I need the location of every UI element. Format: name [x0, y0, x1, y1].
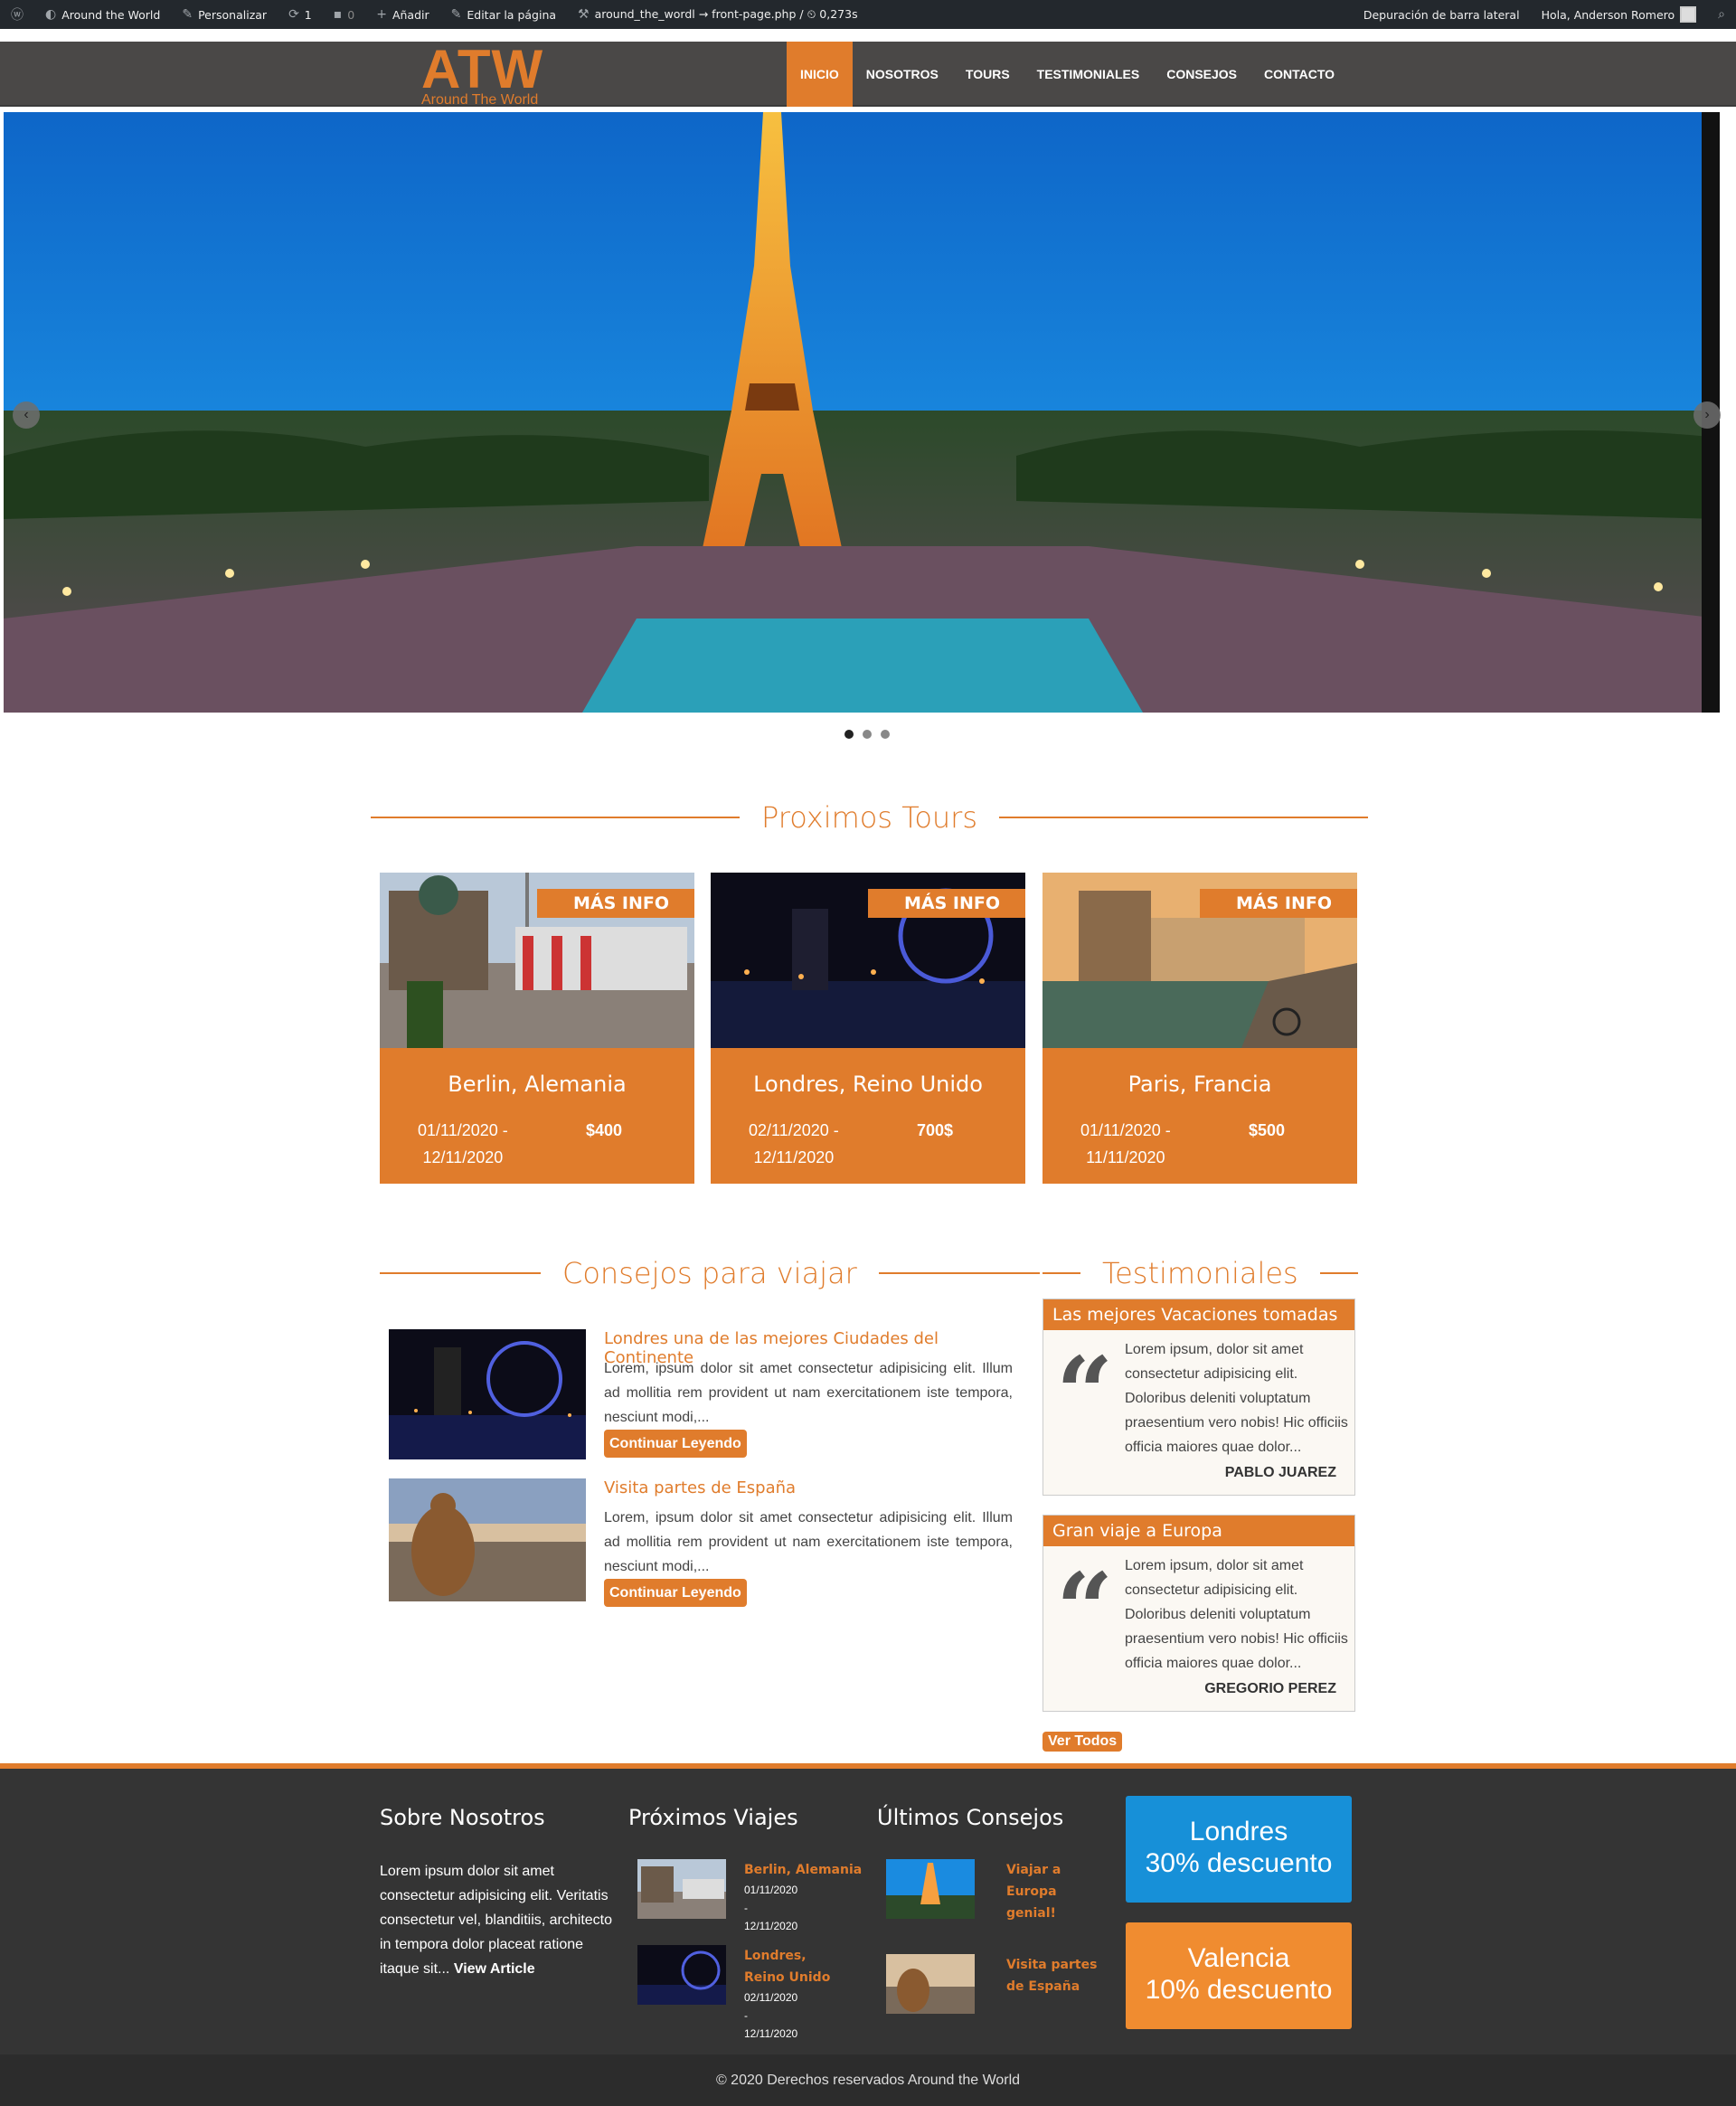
nav-inicio[interactable]: INICIO	[787, 42, 853, 107]
admin-comments-link[interactable]: ▪ 0	[323, 0, 365, 29]
continue-reading-button[interactable]: Continuar Leyendo	[604, 1430, 747, 1458]
tour-name: Londres, Reino Unido	[753, 1072, 983, 1097]
slider-next-button[interactable]: ›	[1694, 401, 1721, 429]
mas-info-button[interactable]: MÁS INFO	[536, 889, 694, 918]
testimonials-section-title: Testimoniales	[1043, 1256, 1358, 1290]
tour-dates: 01/11/2020 -11/11/2020	[1080, 1121, 1171, 1166]
copyright: © 2020 Derechos reservados Around the Wo…	[0, 2054, 1736, 2106]
tour-name: Berlin, Alemania	[448, 1072, 627, 1097]
site-logo[interactable]: ATW Around The World	[421, 42, 557, 108]
site-footer: Sobre Nosotros Lorem ipsum dolor sit ame…	[0, 1763, 1736, 2054]
avatar	[1680, 6, 1697, 23]
tour-price: $400	[586, 1121, 623, 1139]
admin-bar: ⓦ ◐ Around the World ✎ Personalizar ⟳ 1 ▪ 0 …	[0, 0, 1736, 29]
testimonial-text: Lorem ipsum, dolor sit amet consectetur …	[1125, 1558, 1348, 1671]
admin-account-link[interactable]: Hola, Anderson Romero	[1531, 0, 1708, 29]
plus-icon: +	[376, 7, 387, 22]
footer-tips: Últimos Consejos	[877, 1805, 1064, 1830]
tour-image: MÁS INFO	[1043, 873, 1357, 1048]
testimonial-author: GREGORIO PEREZ	[1204, 1681, 1336, 1696]
pencil-icon: ✎	[450, 7, 462, 22]
testimonial-card: Gran viaje a Europa “ Lorem ipsum, dolor…	[1043, 1515, 1355, 1712]
tour-card[interactable]: MÁS INFO Londres, Reino Unido 02/11/2020…	[711, 873, 1025, 1184]
trip-thumbnail	[637, 1945, 726, 2005]
tip-post: Londres una de las mejores Ciudades del …	[389, 1329, 1013, 1465]
testimonial-author: PABLO JUAREZ	[1224, 1465, 1336, 1480]
tip-thumbnail	[886, 1859, 975, 1919]
promo-banner-londres[interactable]: Londres 30% descuento	[1126, 1796, 1352, 1903]
brush-icon: ✎	[182, 7, 193, 22]
view-all-testimonials-button[interactable]: Ver Todos	[1043, 1732, 1123, 1752]
post-image[interactable]	[389, 1329, 586, 1459]
slider-dot-1[interactable]	[844, 730, 854, 739]
search-icon[interactable]: ⌕	[1707, 0, 1736, 29]
admin-add-link[interactable]: + Añadir	[365, 0, 439, 29]
footer-trip-item[interactable]: Berlin, Alemania 01/11/2020-12/11/2020	[637, 1859, 862, 1935]
post-excerpt: Lorem, ipsum dolor sit amet consectetur …	[604, 1356, 1013, 1458]
admin-template-info[interactable]: ⚒ around_the_wordl → front-page.php / ⏲ 0…	[567, 0, 869, 29]
slider-prev-button[interactable]: ‹	[13, 401, 40, 429]
slider-dots	[844, 730, 890, 739]
admin-edit-link[interactable]: ✎ Editar la página	[440, 0, 567, 29]
slider-dot-2[interactable]	[863, 730, 872, 739]
testimonial-text: Lorem ipsum, dolor sit amet consectetur …	[1125, 1342, 1348, 1455]
tip-post: Visita partes de España Lorem, ipsum dol…	[389, 1478, 1013, 1614]
tour-card[interactable]: MÁS INFO Paris, Francia 01/11/2020 -11/1…	[1043, 873, 1357, 1184]
main-nav: INICIO NOSOTROS TOURS TESTIMONIALES CONS…	[787, 42, 1348, 107]
continue-reading-button[interactable]: Continuar Leyendo	[604, 1579, 747, 1607]
tours-section-title: Proximos Tours	[371, 800, 1368, 835]
tour-name: Paris, Francia	[1127, 1072, 1272, 1097]
footer-trip-item[interactable]: Londres, Reino Unido 02/11/2020-12/11/202…	[637, 1945, 844, 2043]
refresh-icon: ⟳	[288, 7, 299, 22]
mas-info-button[interactable]: MÁS INFO	[1199, 889, 1357, 918]
view-article-link[interactable]: View Article	[454, 1961, 535, 1977]
hero-slider	[4, 112, 1720, 713]
nav-contacto[interactable]: CONTACTO	[1250, 42, 1348, 107]
quote-icon: “	[1056, 1551, 1114, 1667]
wordpress-logo-icon[interactable]: ⓦ	[0, 0, 34, 29]
trip-thumbnail	[637, 1859, 726, 1919]
tips-section-title: Consejos para viajar	[380, 1256, 1040, 1290]
tour-image: MÁS INFO	[711, 873, 1025, 1048]
eiffel-tower-image	[4, 112, 1720, 713]
tour-card[interactable]: MÁS INFO Berlin, Alemania 01/11/2020 -12…	[380, 873, 694, 1184]
site-header: ATW Around The World INICIO NOSOTROS TOU…	[0, 42, 1736, 108]
nav-nosotros[interactable]: NOSOTROS	[853, 42, 952, 107]
admin-customize-link[interactable]: ✎ Personalizar	[171, 0, 278, 29]
footer-about: Sobre Nosotros Lorem ipsum dolor sit ame…	[380, 1805, 613, 1977]
slider-dot-3[interactable]	[881, 730, 890, 739]
admin-debug-link[interactable]: Depuración de barra lateral	[1353, 0, 1531, 29]
testimonial-heading: Las mejores Vacaciones tomadas	[1043, 1299, 1354, 1330]
nav-consejos[interactable]: CONSEJOS	[1153, 42, 1250, 107]
dashboard-icon: ◐	[45, 7, 57, 22]
nav-testimoniales[interactable]: TESTIMONIALES	[1024, 42, 1154, 107]
post-title[interactable]: Visita partes de España	[604, 1478, 796, 1497]
footer-tip-item[interactable]: Visita partes de España	[886, 1954, 1101, 2014]
testimonial-card: Las mejores Vacaciones tomadas “ Lorem i…	[1043, 1299, 1355, 1496]
chevron-left-icon: ‹	[24, 407, 29, 422]
comment-icon: ▪	[333, 7, 343, 22]
admin-site-link[interactable]: ◐ Around the World	[34, 0, 171, 29]
admin-updates-link[interactable]: ⟳ 1	[278, 0, 323, 29]
tour-price: 700$	[917, 1121, 954, 1139]
tip-thumbnail	[886, 1954, 975, 2014]
chevron-right-icon: ›	[1704, 407, 1710, 422]
quote-icon: “	[1056, 1335, 1114, 1451]
tour-price: $500	[1249, 1121, 1286, 1139]
testimonial-heading: Gran viaje a Europa	[1043, 1516, 1354, 1546]
tour-dates: 01/11/2020 -12/11/2020	[418, 1121, 508, 1166]
promo-banner-valencia[interactable]: Valencia 10% descuento	[1126, 1922, 1352, 2029]
mas-info-button[interactable]: MÁS INFO	[867, 889, 1025, 918]
nav-tours[interactable]: TOURS	[952, 42, 1024, 107]
post-image[interactable]	[389, 1478, 586, 1609]
tour-dates: 02/11/2020 -12/11/2020	[749, 1121, 839, 1166]
post-excerpt: Lorem, ipsum dolor sit amet consectetur …	[604, 1506, 1013, 1607]
footer-trips: Próximos Viajes	[628, 1805, 798, 1830]
footer-tip-item[interactable]: Viajar a Europa genial!	[886, 1859, 1101, 1924]
tour-image: MÁS INFO	[380, 873, 694, 1048]
wrench-icon: ⚒	[578, 7, 590, 22]
